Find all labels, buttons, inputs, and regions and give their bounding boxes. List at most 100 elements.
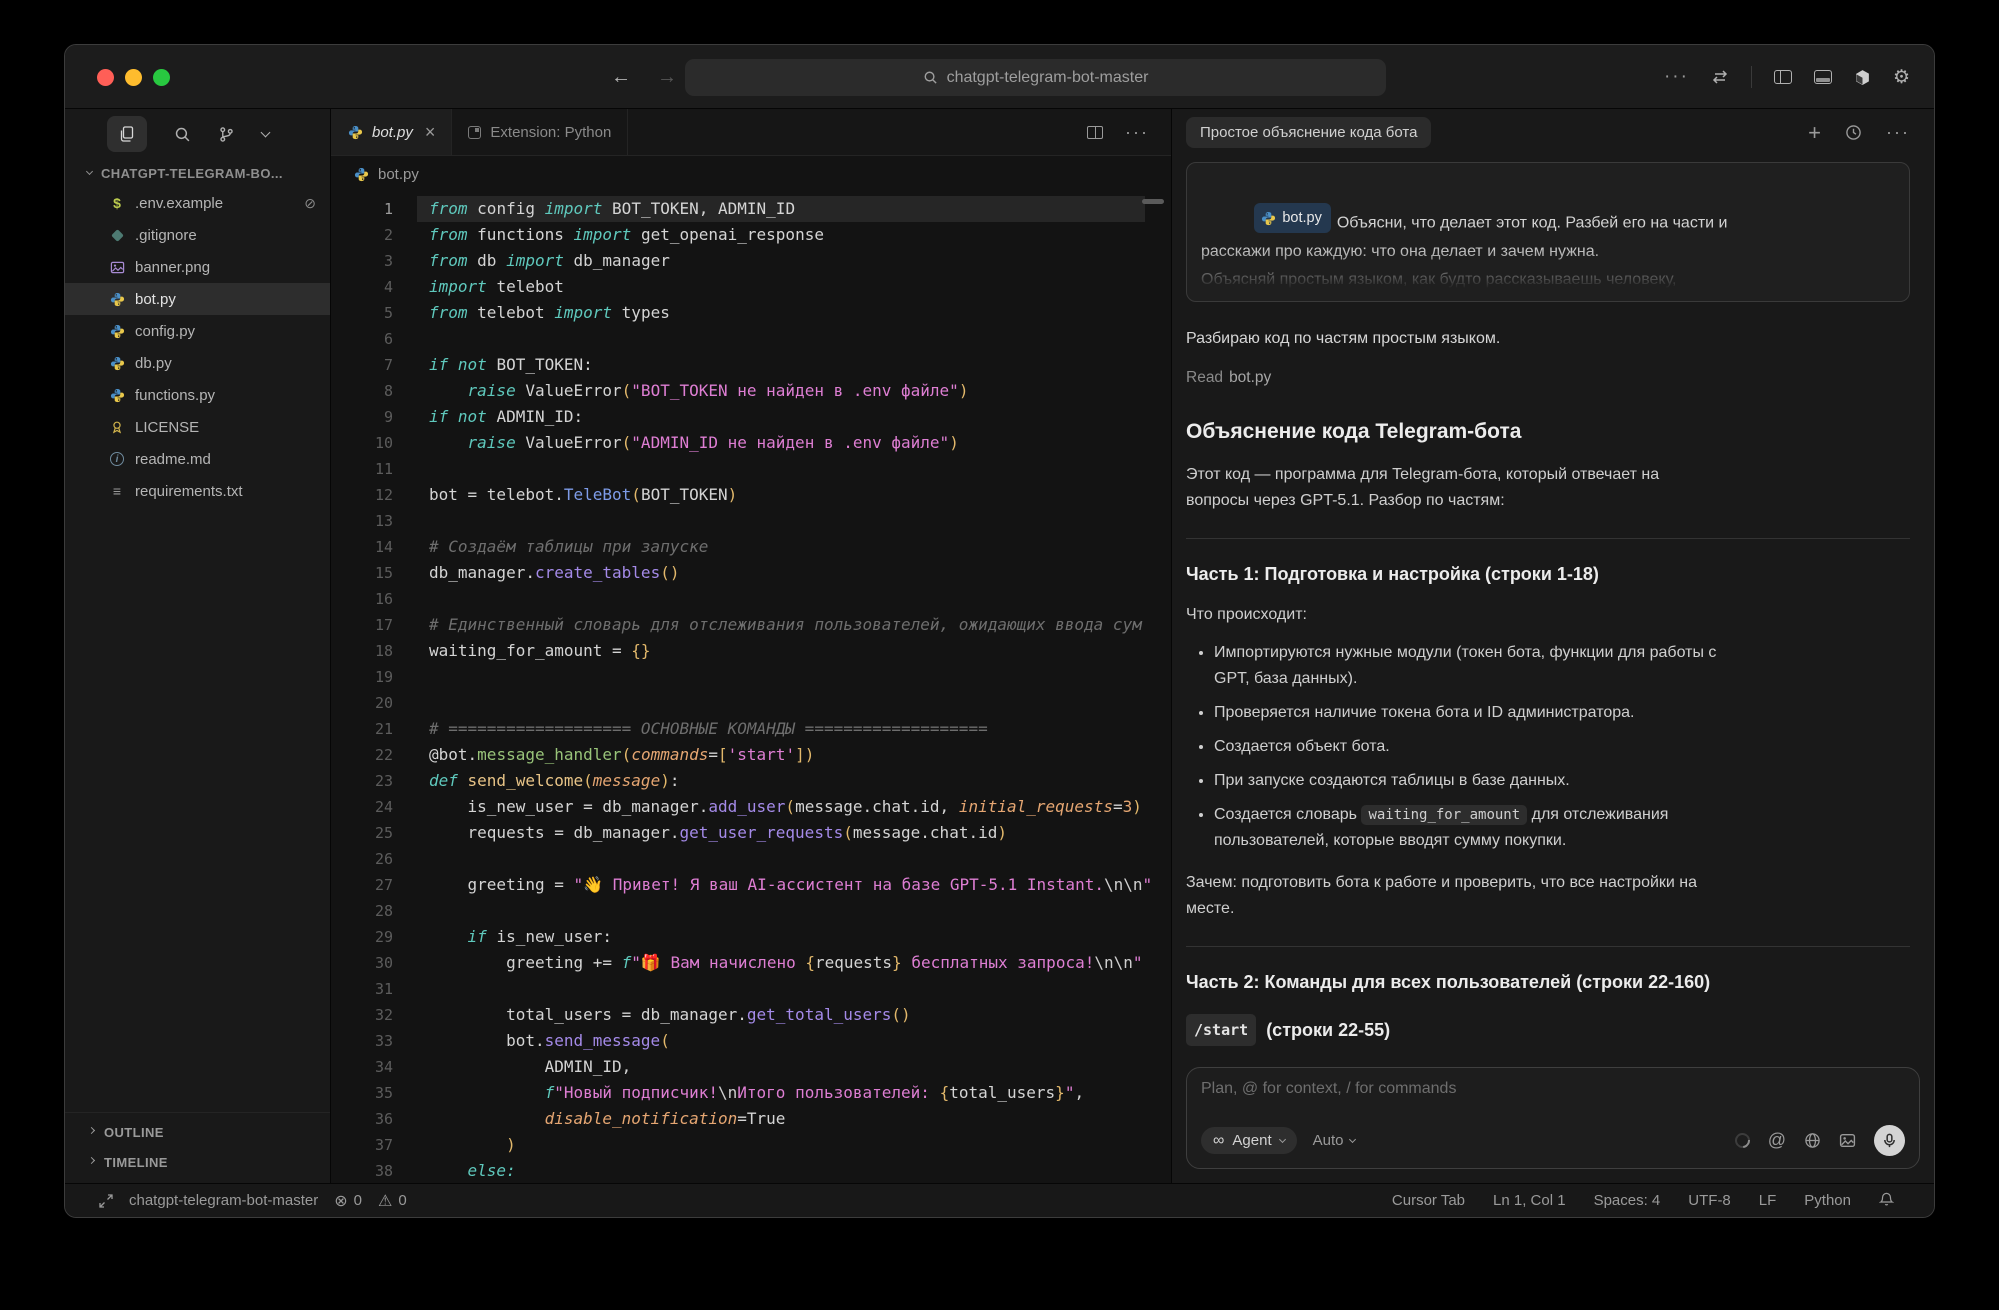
sidebar-section-outline[interactable]: OUTLINE xyxy=(65,1117,330,1147)
microphone-button[interactable] xyxy=(1874,1125,1905,1156)
bell-icon[interactable] xyxy=(1879,1191,1894,1211)
tool-read-line[interactable]: Readbot.py xyxy=(1186,366,1910,390)
code-line-22[interactable]: 22@bot.message_handler(commands=['start'… xyxy=(331,742,1171,768)
cursor-box-icon[interactable] xyxy=(1854,69,1871,86)
code-line-9[interactable]: 9if not ADMIN_ID: xyxy=(331,404,1171,430)
project-header[interactable]: CHATGPT-TELEGRAM-BO... xyxy=(65,159,330,187)
status-item-lf[interactable]: LF xyxy=(1759,1192,1777,1209)
search-sidebar-icon[interactable] xyxy=(174,126,191,143)
split-editor-icon[interactable] xyxy=(1087,126,1103,139)
code-line-2[interactable]: 2from functions import get_openai_respon… xyxy=(331,222,1171,248)
tab-bot-py[interactable]: bot.py × xyxy=(331,109,452,155)
tab-extension-python[interactable]: Extension: Python xyxy=(452,109,628,155)
history-clock-icon[interactable] xyxy=(1845,124,1862,141)
code-line-37[interactable]: 37 ) xyxy=(331,1132,1171,1158)
code-line-11[interactable]: 11 xyxy=(331,456,1171,482)
code-line-27[interactable]: 27 greeting = "👋 Привет! Я ваш AI-ассист… xyxy=(331,872,1171,898)
code-line-36[interactable]: 36 disable_notification=True xyxy=(331,1106,1171,1132)
chat-messages[interactable]: bot.py Объясни, что делает этот код. Раз… xyxy=(1172,156,1934,1057)
agent-mode-selector[interactable]: ∞ Agent xyxy=(1201,1127,1297,1154)
forward-arrow-icon[interactable]: → xyxy=(657,66,677,89)
code-line-16[interactable]: 16 xyxy=(331,586,1171,612)
close-icon[interactable]: × xyxy=(425,122,436,143)
toggle-panel-icon[interactable] xyxy=(1814,70,1832,84)
code-line-31[interactable]: 31 xyxy=(331,976,1171,1002)
back-arrow-icon[interactable]: ← xyxy=(611,66,631,89)
code-line-18[interactable]: 18waiting_for_amount = {} xyxy=(331,638,1171,664)
file-row-.gitignore[interactable]: .gitignore xyxy=(65,219,330,251)
code-line-25[interactable]: 25 requests = db_manager.get_user_reques… xyxy=(331,820,1171,846)
explorer-icon[interactable] xyxy=(107,116,147,152)
code-line-26[interactable]: 26 xyxy=(331,846,1171,872)
code-line-3[interactable]: 3from db import db_manager xyxy=(331,248,1171,274)
code-line-23[interactable]: 23def send_welcome(message): xyxy=(331,768,1171,794)
code-line-33[interactable]: 33 bot.send_message( xyxy=(331,1028,1171,1054)
chat-tab[interactable]: Простое объяснение кода бота xyxy=(1186,117,1431,148)
code-line-10[interactable]: 10 raise ValueError("ADMIN_ID не найден … xyxy=(331,430,1171,456)
code-line-6[interactable]: 6 xyxy=(331,326,1171,352)
new-chat-icon[interactable]: + xyxy=(1808,120,1821,146)
code-line-28[interactable]: 28 xyxy=(331,898,1171,924)
code-line-13[interactable]: 13 xyxy=(331,508,1171,534)
code-line-24[interactable]: 24 is_new_user = db_manager.add_user(mes… xyxy=(331,794,1171,820)
code-line-32[interactable]: 32 total_users = db_manager.get_total_us… xyxy=(331,1002,1171,1028)
workspace-name[interactable]: chatgpt-telegram-bot-master xyxy=(129,1192,318,1209)
code-line-8[interactable]: 8 raise ValueError("BOT_TOKEN не найден … xyxy=(331,378,1171,404)
code-line-29[interactable]: 29 if is_new_user: xyxy=(331,924,1171,950)
toggle-layout-icon[interactable] xyxy=(1711,70,1729,84)
gear-icon[interactable]: ⚙ xyxy=(1893,66,1910,89)
file-row-bot.py[interactable]: bot.py xyxy=(65,283,330,315)
model-selector[interactable]: Auto xyxy=(1313,1132,1356,1149)
editor-more-actions-icon[interactable]: ··· xyxy=(1125,122,1149,143)
file-row-banner.png[interactable]: banner.png xyxy=(65,251,330,283)
code-line-20[interactable]: 20 xyxy=(331,690,1171,716)
code-area[interactable]: 1from config import BOT_TOKEN, ADMIN_ID2… xyxy=(331,192,1171,1183)
breadcrumb[interactable]: bot.py xyxy=(331,156,1171,192)
code-line-15[interactable]: 15db_manager.create_tables() xyxy=(331,560,1171,586)
code-line-30[interactable]: 30 greeting += f"🎁 Вам начислено {reques… xyxy=(331,950,1171,976)
file-row-LICENSE[interactable]: LICENSE xyxy=(65,411,330,443)
code-line-35[interactable]: 35 f"Новый подписчик!\nИтого пользовател… xyxy=(331,1080,1171,1106)
code-line-7[interactable]: 7if not BOT_TOKEN: xyxy=(331,352,1171,378)
file-row-config.py[interactable]: config.py xyxy=(65,315,330,347)
code-line-19[interactable]: 19 xyxy=(331,664,1171,690)
scrollbar-thumb[interactable] xyxy=(1142,199,1164,204)
chat-input[interactable]: Plan, @ for context, / for commands ∞ Ag… xyxy=(1186,1067,1920,1169)
file-row-.env.example[interactable]: $.env.example⊘ xyxy=(65,187,330,219)
toggle-sidebar-icon[interactable] xyxy=(1774,70,1792,84)
code-line-14[interactable]: 14# Создаём таблицы при запуске xyxy=(331,534,1171,560)
chat-more-actions-icon[interactable]: ··· xyxy=(1886,122,1910,143)
source-control-icon[interactable] xyxy=(218,126,235,143)
file-row-db.py[interactable]: db.py xyxy=(65,347,330,379)
file-context-chip[interactable]: bot.py xyxy=(1254,203,1331,233)
status-item-utf-8[interactable]: UTF-8 xyxy=(1688,1192,1731,1209)
errors-indicator[interactable]: ⊗ 0 xyxy=(334,1191,362,1211)
command-center-search[interactable]: chatgpt-telegram-bot-master xyxy=(685,59,1386,96)
minimize-window-button[interactable] xyxy=(125,69,142,86)
file-row-requirements.txt[interactable]: ≡requirements.txt xyxy=(65,475,330,507)
chevron-down-icon[interactable] xyxy=(261,128,271,138)
user-message-card[interactable]: bot.py Объясни, что делает этот код. Раз… xyxy=(1186,162,1910,302)
file-row-functions.py[interactable]: functions.py xyxy=(65,379,330,411)
image-icon[interactable] xyxy=(1839,1132,1856,1149)
code-line-21[interactable]: 21# =================== ОСНОВНЫЕ КОМАНДЫ… xyxy=(331,716,1171,742)
more-actions-icon[interactable]: ··· xyxy=(1664,66,1689,88)
mention-icon[interactable]: @ xyxy=(1768,1130,1786,1151)
status-item-ln-1-col-1[interactable]: Ln 1, Col 1 xyxy=(1493,1192,1566,1209)
status-item-spaces-4[interactable]: Spaces: 4 xyxy=(1594,1192,1661,1209)
status-item-python[interactable]: Python xyxy=(1804,1192,1851,1209)
code-line-17[interactable]: 17# Единственный словарь для отслеживани… xyxy=(331,612,1171,638)
file-row-readme.md[interactable]: ireadme.md xyxy=(65,443,330,475)
code-line-4[interactable]: 4import telebot xyxy=(331,274,1171,300)
code-line-38[interactable]: 38 else: xyxy=(331,1158,1171,1183)
warnings-indicator[interactable]: ⚠ 0 xyxy=(378,1191,407,1211)
code-line-1[interactable]: 1from config import BOT_TOKEN, ADMIN_ID xyxy=(331,196,1171,222)
zoom-window-button[interactable] xyxy=(153,69,170,86)
code-line-12[interactable]: 12bot = telebot.TeleBot(BOT_TOKEN) xyxy=(331,482,1171,508)
status-item-cursor-tab[interactable]: Cursor Tab xyxy=(1392,1192,1465,1209)
globe-icon[interactable] xyxy=(1804,1132,1821,1149)
remote-icon[interactable] xyxy=(99,1194,113,1208)
code-line-34[interactable]: 34 ADMIN_ID, xyxy=(331,1054,1171,1080)
code-line-5[interactable]: 5from telebot import types xyxy=(331,300,1171,326)
close-window-button[interactable] xyxy=(97,69,114,86)
